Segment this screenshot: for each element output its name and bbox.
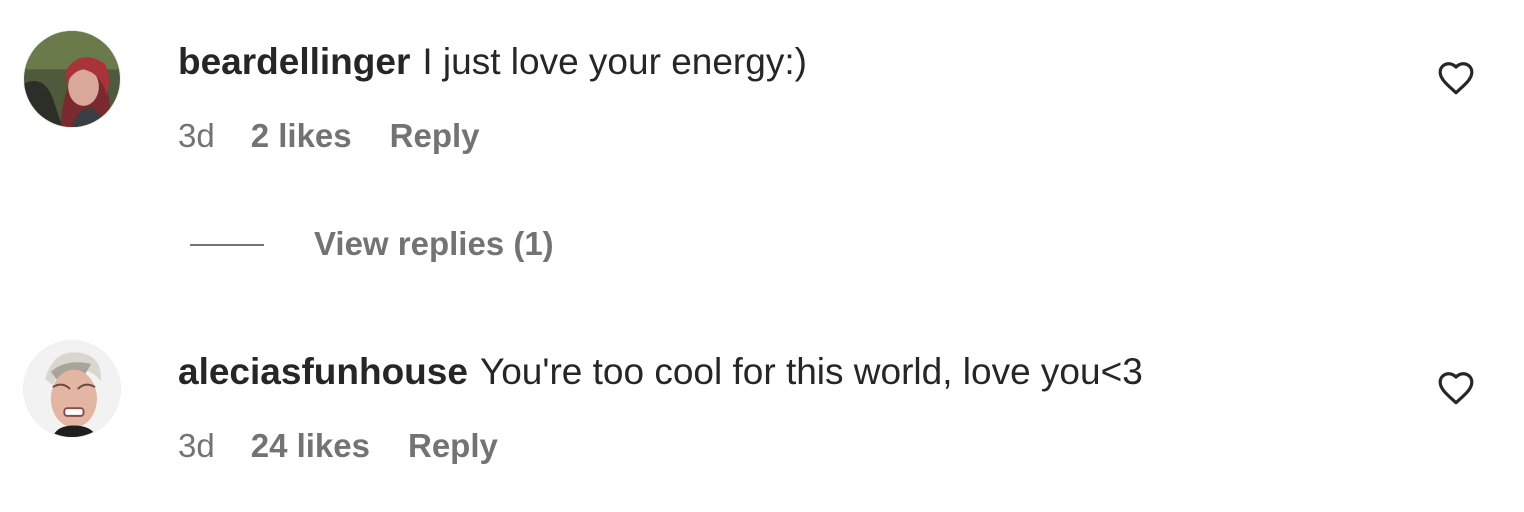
comment-username[interactable]: aleciasfunhouse bbox=[178, 351, 468, 392]
comment-timestamp[interactable]: 3d bbox=[178, 116, 215, 156]
comment-meta: 3d 24 likes Reply bbox=[178, 426, 498, 466]
comment-username[interactable]: beardellinger bbox=[178, 41, 410, 82]
reply-button[interactable]: Reply bbox=[390, 116, 480, 156]
avatar[interactable] bbox=[23, 30, 121, 128]
comment-text-line: aleciasfunhouse You're too cool for this … bbox=[178, 350, 1143, 394]
view-replies-label[interactable]: View replies (1) bbox=[314, 224, 554, 264]
like-button[interactable] bbox=[1437, 370, 1475, 406]
comment-meta: 3d 2 likes Reply bbox=[178, 116, 480, 156]
heart-outline-icon bbox=[1438, 372, 1474, 405]
avatar-photo-icon bbox=[24, 31, 120, 127]
heart-outline-icon bbox=[1438, 62, 1474, 95]
comment-likes[interactable]: 24 likes bbox=[251, 426, 370, 466]
comment-timestamp[interactable]: 3d bbox=[178, 426, 215, 466]
reply-button[interactable]: Reply bbox=[408, 426, 498, 466]
comment-likes[interactable]: 2 likes bbox=[251, 116, 352, 156]
avatar[interactable] bbox=[23, 340, 121, 438]
comment-body: You're too cool for this world, love you… bbox=[479, 351, 1143, 392]
avatar-photo-icon bbox=[24, 341, 120, 437]
comment-body: I just love your energy:) bbox=[422, 41, 807, 82]
view-replies-divider bbox=[190, 244, 264, 246]
like-button[interactable] bbox=[1437, 60, 1475, 96]
comment-text-line: beardellinger I just love your energy:) bbox=[178, 40, 807, 84]
